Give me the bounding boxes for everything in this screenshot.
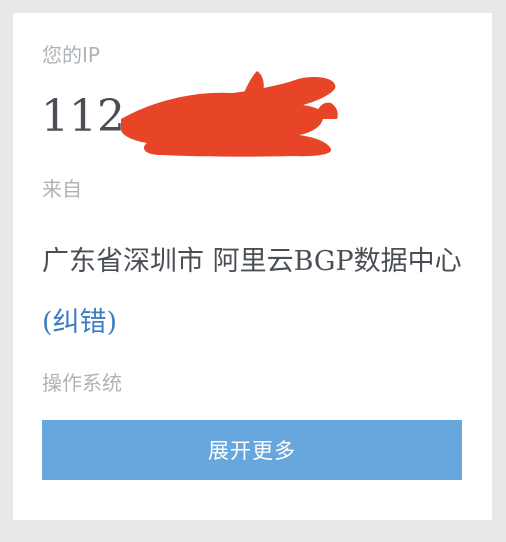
location-province-city: 广东省深圳市	[42, 246, 204, 277]
correction-link[interactable]: (纠错)	[42, 307, 117, 338]
location-text: 广东省深圳市 阿里云BGP数据中心 (纠错)	[42, 231, 462, 353]
origin-label: 来自	[42, 177, 82, 201]
redaction-scribble	[120, 71, 338, 157]
expand-more-button[interactable]: 展开更多	[42, 420, 462, 480]
ip-label: 您的IP	[42, 43, 100, 67]
os-label: 操作系统	[42, 371, 122, 395]
ip-info-card: 您的IP 112. 来自 广东省深圳市 阿里云BGP数据中心 (纠错) 操作系统…	[13, 13, 492, 520]
location-isp: 阿里云BGP数据中心	[212, 246, 462, 277]
